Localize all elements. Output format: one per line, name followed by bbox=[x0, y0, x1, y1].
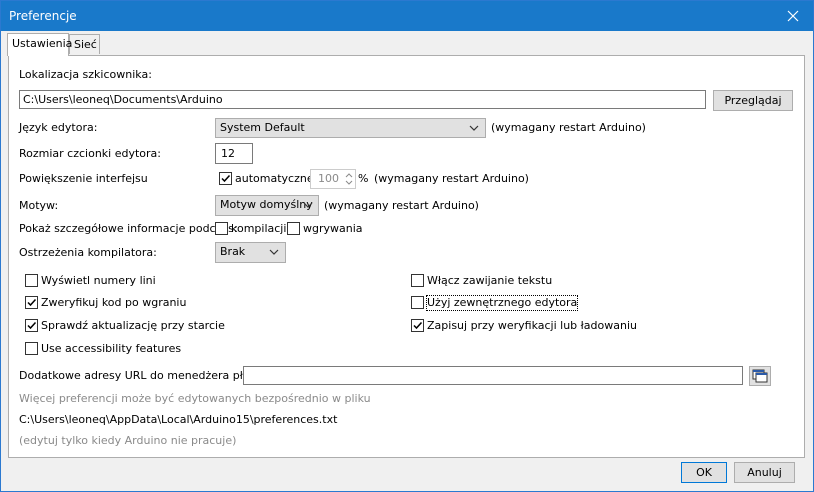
theme-label: Motyw: bbox=[19, 199, 59, 212]
scaling-label: Powiększenie interfejsu bbox=[19, 172, 148, 185]
language-value: System Default bbox=[220, 121, 305, 134]
tab-strip: Ustawienia Sieć bbox=[1, 31, 813, 56]
save-on-verify-label: Zapisuj przy weryfikacji lub ładowaniu bbox=[427, 319, 637, 332]
line-numbers-label: Wyświetl numery lini bbox=[41, 274, 156, 287]
theme-restart-note: (wymagany restart Arduino) bbox=[324, 199, 479, 212]
verify-after-upload-label: Zweryfikuj kod po wgraniu bbox=[41, 296, 187, 309]
check-updates-checkbox[interactable] bbox=[25, 319, 38, 332]
theme-value: Motyw domyślny bbox=[220, 198, 313, 211]
save-on-verify-checkbox[interactable] bbox=[411, 319, 424, 332]
tab-network[interactable]: Sieć bbox=[69, 34, 100, 54]
accessibility-label: Use accessibility features bbox=[41, 342, 182, 355]
chevron-down-icon bbox=[303, 202, 313, 208]
check-icon bbox=[27, 321, 37, 330]
warnings-select[interactable]: Brak bbox=[215, 242, 286, 263]
scaling-restart-note: (wymagany restart Arduino) bbox=[374, 172, 529, 185]
font-size-label: Rozmiar czcionki edytora: bbox=[19, 147, 162, 160]
edit-hint: (edytuj tylko kiedy Arduino nie pracuje) bbox=[19, 434, 237, 447]
warnings-label: Ostrzeżenia kompilatora: bbox=[19, 246, 157, 259]
check-icon bbox=[413, 321, 423, 330]
board-urls-input[interactable] bbox=[243, 366, 743, 385]
close-button[interactable] bbox=[773, 1, 813, 31]
settings-panel: Lokalizacja szkicownika: C:\Users\leoneq… bbox=[8, 55, 805, 458]
sketchbook-label: Lokalizacja szkicownika: bbox=[19, 68, 152, 81]
preferences-window: Preferencje Ustawienia Sieć Lokalizacja … bbox=[0, 0, 814, 492]
language-label: Język edytora: bbox=[19, 121, 98, 134]
language-restart-note: (wymagany restart Arduino) bbox=[491, 121, 646, 134]
ok-button[interactable]: OK bbox=[681, 462, 727, 483]
sketchbook-path-input[interactable]: C:\Users\leoneq\Documents\Arduino bbox=[19, 90, 706, 109]
check-icon bbox=[27, 298, 37, 307]
word-wrap-checkbox[interactable] bbox=[411, 274, 424, 287]
cancel-label: Anuluj bbox=[747, 466, 782, 479]
verbose-compile-label: kompilacji bbox=[231, 222, 287, 235]
scaling-auto-checkbox[interactable] bbox=[219, 172, 232, 185]
window-list-icon bbox=[752, 369, 768, 383]
edit-file-note: Więcej preferencji może być edytowanych … bbox=[19, 392, 371, 405]
window-title: Preferencje bbox=[9, 9, 77, 23]
scaling-unit: % bbox=[358, 172, 369, 185]
font-size-input[interactable]: 12 bbox=[215, 143, 253, 164]
board-urls-label: Dodatkowe adresy URL do menedżera płytek… bbox=[19, 369, 271, 382]
external-editor-checkbox[interactable] bbox=[411, 296, 424, 309]
preferences-file-path: C:\Users\leoneq\AppData\Local\Arduino15\… bbox=[19, 413, 338, 426]
tab-settings-label: Ustawienia bbox=[12, 37, 73, 50]
scaling-auto-label: automatyczne bbox=[235, 172, 314, 185]
line-numbers-checkbox[interactable] bbox=[25, 274, 38, 287]
scaling-spinner[interactable] bbox=[343, 170, 355, 188]
external-editor-label: Użyj zewnętrznego edytora bbox=[425, 295, 579, 311]
tab-settings[interactable]: Ustawienia bbox=[7, 33, 73, 56]
ok-label: OK bbox=[696, 466, 712, 479]
tab-network-label: Sieć bbox=[74, 38, 97, 51]
spinner-arrows-icon bbox=[345, 173, 353, 185]
close-icon bbox=[787, 10, 799, 22]
board-urls-button[interactable] bbox=[749, 366, 771, 386]
browse-button[interactable]: Przeglądaj bbox=[713, 90, 793, 111]
verbose-upload-checkbox[interactable] bbox=[287, 222, 300, 235]
word-wrap-label: Włącz zawijanie tekstu bbox=[427, 274, 553, 287]
browse-label: Przeglądaj bbox=[724, 94, 782, 107]
verbose-upload-label: wgrywania bbox=[303, 222, 363, 235]
chevron-down-icon bbox=[469, 125, 479, 131]
accessibility-checkbox[interactable] bbox=[25, 342, 38, 355]
language-select[interactable]: System Default bbox=[215, 118, 486, 138]
title-bar[interactable]: Preferencje bbox=[1, 1, 813, 31]
check-icon bbox=[221, 174, 231, 183]
dialog-footer: OK Anuluj bbox=[1, 458, 813, 491]
cancel-button[interactable]: Anuluj bbox=[734, 462, 795, 483]
check-updates-label: Sprawdź aktualizację przy starcie bbox=[41, 319, 225, 332]
warnings-value: Brak bbox=[220, 245, 246, 258]
verbose-label: Pokaż szczegółowe informacje podczas: bbox=[19, 222, 238, 235]
theme-select[interactable]: Motyw domyślny bbox=[215, 195, 319, 216]
chevron-down-icon bbox=[269, 249, 279, 255]
verbose-compile-checkbox[interactable] bbox=[215, 222, 228, 235]
verify-after-upload-checkbox[interactable] bbox=[25, 296, 38, 309]
